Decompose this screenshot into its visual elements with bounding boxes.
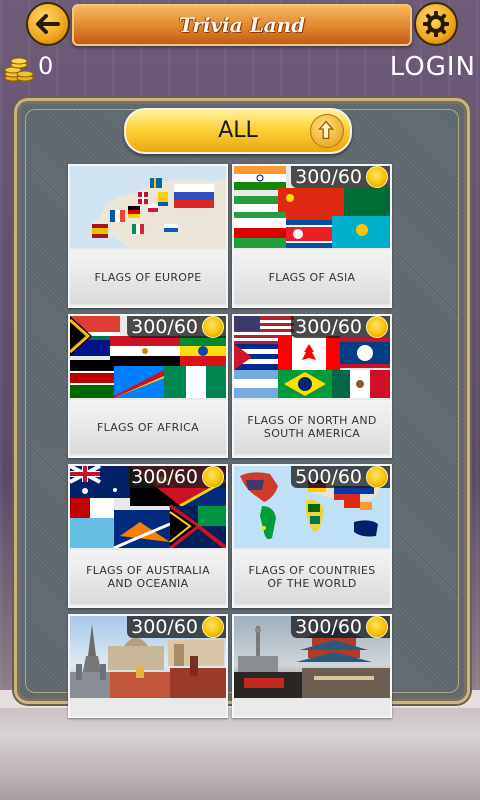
europe-map-image [70, 166, 226, 248]
top-bar: Trivia Land [0, 0, 480, 46]
card-label: FLAGS OF EUROPE [70, 250, 226, 304]
price-tag: 300/60 [127, 466, 226, 488]
settings-button[interactable] [414, 2, 458, 46]
price-text: 300/60 [295, 316, 362, 338]
price-tag: 300/60 [291, 316, 390, 338]
up-arrow-icon [310, 114, 344, 148]
price-text: 300/60 [131, 466, 198, 488]
price-tag: 300/60 [127, 616, 226, 638]
coin-icon [202, 316, 224, 338]
card-label: FLAGS OF AFRICA [70, 400, 226, 454]
card-label: FLAGS OF NORTH AND SOUTH AMERICA [234, 400, 390, 454]
price-tag: 300/60 [291, 166, 390, 188]
price-text: 300/60 [295, 166, 362, 188]
coin-icon [366, 316, 388, 338]
category-card-oceania[interactable]: 300/60 FLAGS OF AUSTRALIA AND OCEANIA [68, 464, 228, 608]
card-label: FLAGS OF AUSTRALIA AND OCEANIA [70, 550, 226, 604]
price-text: 300/60 [131, 616, 198, 638]
card-label: FLAGS OF COUNTRIES OF THE WORLD [234, 550, 390, 604]
login-button[interactable]: LOGIN [390, 52, 476, 82]
coin-icon [202, 616, 224, 638]
back-arrow-icon [36, 14, 60, 34]
app-title: Trivia Land [178, 13, 306, 37]
price-tag: 500/60 [291, 466, 390, 488]
price-text: 300/60 [131, 316, 198, 338]
coin-icon [202, 466, 224, 488]
title-banner: Trivia Land [72, 4, 412, 46]
category-card-americas[interactable]: 300/60 FLAGS OF NORTH AND SOUTH AMERICA [232, 314, 392, 458]
category-card-landmarks-1[interactable]: 300/60 [68, 614, 228, 718]
all-filter-button[interactable]: ALL [124, 108, 352, 154]
category-card-europe[interactable]: FLAGS OF EUROPE [68, 164, 228, 308]
back-button[interactable] [26, 2, 70, 46]
coin-icon [366, 166, 388, 188]
price-text: 500/60 [295, 466, 362, 488]
category-card-landmarks-2[interactable]: 300/60 [232, 614, 392, 718]
card-label: FLAGS OF ASIA [234, 250, 390, 304]
coin-stack-icon [4, 57, 34, 82]
price-tag: 300/60 [127, 316, 226, 338]
coin-icon [366, 616, 388, 638]
gear-icon [423, 11, 449, 37]
category-card-asia[interactable]: 300/60 FLAGS OF ASIA [232, 164, 392, 308]
category-card-world[interactable]: 500/60 FLAGS OF COUNTRIES OF THE WORLD [232, 464, 392, 608]
coin-balance: 0 [38, 52, 54, 80]
coin-icon [366, 466, 388, 488]
price-text: 300/60 [295, 616, 362, 638]
price-tag: 300/60 [291, 616, 390, 638]
category-card-africa[interactable]: 300/60 FLAGS OF AFRICA [68, 314, 228, 458]
